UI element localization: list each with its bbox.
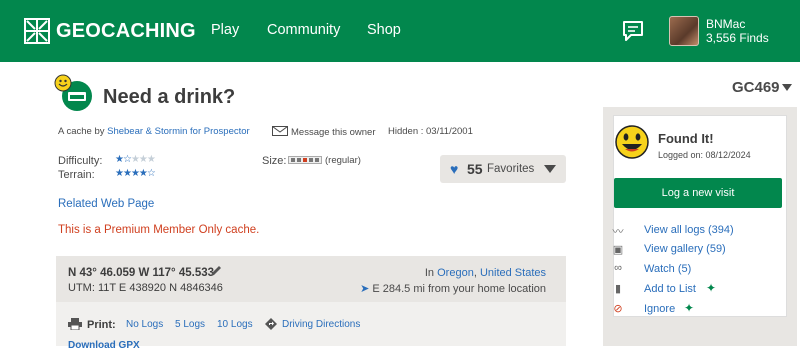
coordinates-panel: N 43° 46.059 W 117° 45.533 UTM: 11T E 43… [56,256,566,302]
terrain-label: Terrain: [58,169,95,181]
state-link[interactable]: Oregon [437,267,474,279]
pencil-icon[interactable] [210,265,222,277]
utm-coordinates: UTM: 11T E 438920 N 4846346 [68,282,223,294]
gallery-icon: ▣ [612,244,624,256]
size-indicator [288,156,322,164]
logo-text: GEOCACHING [56,19,196,42]
chevron-down-icon [544,165,556,173]
cache-title: Need a drink? [103,86,236,108]
found-it-title: Found It! [658,131,714,146]
envelope-icon [272,126,288,136]
print-panel: Print: No Logs 5 Logs 10 Logs Driving Di… [56,302,566,351]
favorites-count: 55 [467,161,483,177]
nav-shop[interactable]: Shop [367,22,401,38]
terrain-stars: ★★★★☆ [115,168,156,179]
location-prefix: In [424,267,435,279]
nav-play[interactable]: Play [211,22,239,38]
print-no-logs-link[interactable]: No Logs [126,319,163,330]
add-to-list-link[interactable]: Add to List [644,283,696,295]
user-finds-count: 3,556 Finds [706,31,769,45]
directions-icon [265,318,277,330]
ignore-link[interactable]: Ignore [644,303,675,315]
favorites-button[interactable]: ♥ 55 Favorites [440,155,566,183]
found-date: Logged on: 08/12/2024 [658,150,751,160]
logo-mark-icon [24,18,50,44]
hidden-date: Hidden : 03/11/2001 [388,126,473,137]
watch-link[interactable]: Watch (5) [644,263,691,275]
premium-plus-icon: ✦ [684,301,695,315]
premium-notice: This is a Premium Member Only cache. [58,224,260,236]
message-owner-link[interactable]: Message this owner [272,126,375,138]
sidebar: Found It! Logged on: 08/12/2024 Log a ne… [603,107,797,346]
message-owner-label: Message this owner [291,127,376,138]
by-prefix: A cache by [58,126,105,137]
ignore-icon: ⊘ [613,303,623,315]
difficulty-stars: ★☆★★★ [115,154,156,165]
favorites-label: Favorites [487,163,535,175]
printer-icon [68,318,82,330]
chevron-down-icon[interactable] [782,84,792,92]
related-web-page-link[interactable]: Related Web Page [58,198,154,210]
premium-plus-icon: ✦ [706,281,717,295]
heart-icon: ♥ [450,161,459,177]
owner-link[interactable]: Shebear & Stormin for Prospector [107,126,250,137]
activity-icon: 〰 [612,226,624,238]
cache-owner-line: A cache by Shebear & Stormin for Prospec… [58,126,250,137]
smiley-icon [615,125,649,159]
size-label: Size: [262,155,287,167]
direction-arrow-icon: ➤ [360,283,370,295]
gc-code[interactable]: GC469 [732,79,780,96]
view-all-logs-link[interactable]: View all logs (394) [644,224,734,236]
traditional-cache-icon [54,74,92,111]
coordinates: N 43° 46.059 W 117° 45.533 [68,267,215,279]
nav-community[interactable]: Community [267,22,340,38]
print-5-logs-link[interactable]: 5 Logs [175,319,205,330]
found-it-card: Found It! Logged on: 08/12/2024 Log a ne… [613,115,787,317]
print-label: Print: [87,319,116,331]
user-avatar[interactable] [669,16,699,46]
distance-text: E 284.5 mi from your home location [372,283,546,295]
difficulty-label: Difficulty: [58,155,103,167]
country-link[interactable]: United States [480,267,546,279]
size-value: (regular) [325,155,361,166]
top-navigation-bar: GEOCACHING Play Community Shop BNMac 3,5… [0,0,800,62]
bookmark-icon: ▮ [614,283,622,295]
view-gallery-link[interactable]: View gallery (59) [644,243,726,255]
print-10-logs-link[interactable]: 10 Logs [217,319,253,330]
username: BNMac [706,17,746,31]
geocaching-logo[interactable]: GEOCACHING [24,18,196,44]
location-line: In Oregon, United States [424,267,546,279]
messages-icon[interactable] [621,19,645,43]
binoculars-icon: ∞ [614,262,622,274]
user-info[interactable]: BNMac 3,556 Finds [706,17,769,45]
driving-directions-link[interactable]: Driving Directions [282,319,360,330]
distance-line: ➤ E 284.5 mi from your home location [360,282,546,295]
log-new-visit-button[interactable]: Log a new visit [614,178,782,208]
